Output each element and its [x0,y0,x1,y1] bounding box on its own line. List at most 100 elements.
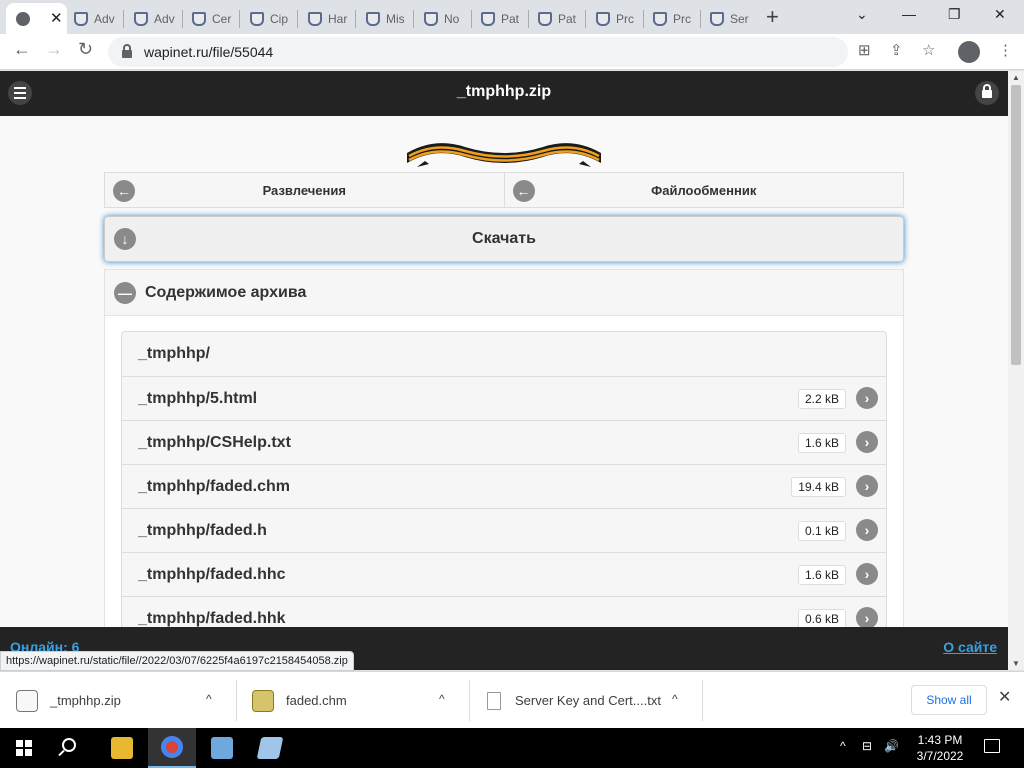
taskbar-app-1[interactable] [198,728,246,768]
volume-icon[interactable]: 🔊 [884,740,899,752]
translate-icon[interactable]: ⊞ [858,43,871,58]
share-icon[interactable]: ⇪ [890,43,903,58]
lock-icon[interactable] [122,44,132,58]
network-icon[interactable]: ⊟ [862,740,872,752]
zip-file-icon [16,689,38,712]
scrollbar-thumb[interactable] [1011,85,1021,365]
notification-icon[interactable] [984,739,1000,753]
shield-icon [538,12,552,26]
app-window-icon [211,737,233,759]
list-item[interactable]: _tmphhp/faded.h 0.1 kB › [122,508,886,552]
download-item-zip[interactable]: _tmphhp.zip [16,678,121,723]
shield-icon [134,12,148,26]
tab-5[interactable]: Har [308,4,350,34]
taskbar-chrome[interactable] [148,728,196,768]
tab-2[interactable]: Adv [134,4,176,34]
nav-link-entertainment[interactable]: ← Развлечения [104,172,505,208]
lock-icon [982,84,992,98]
download-button[interactable]: ↓ Скачать [104,216,904,262]
scroll-down-arrow-icon[interactable]: ▼ [1012,659,1020,668]
tab-divider [643,10,644,28]
back-button[interactable]: ← [13,40,31,58]
download-item-chm[interactable]: faded.chm [252,678,347,723]
chevron-up-icon[interactable]: ^ [439,692,445,706]
tray-chevron-icon[interactable]: ^ [840,740,846,752]
taskbar-app-2[interactable] [246,728,294,768]
shield-icon [710,12,724,26]
download-divider [236,680,237,721]
list-item[interactable]: _tmphhp/faded.chm 19.4 kB › [122,464,886,508]
tab-search-button[interactable]: ⌄ [856,6,868,23]
breadcrumb: ← Развлечения ← Файлообменник [104,172,904,208]
minimize-button[interactable]: — [902,6,916,22]
show-all-button[interactable]: Show all [911,685,987,715]
restore-button[interactable]: ❐ [948,6,961,23]
help-file-icon [252,689,274,712]
tab-1[interactable]: Adv [74,4,116,34]
nav-link-file-sharing[interactable]: ← Файлообменник [504,172,904,208]
tab-divider [123,10,124,28]
tab-12[interactable]: Ser [710,4,752,34]
list-item[interactable]: _tmphhp/5.html 2.2 kB › [122,376,886,420]
about-link[interactable]: О сайте [943,639,997,655]
taskbar-clock[interactable]: 1:43 PM 3/7/2022 [900,732,980,764]
search-icon[interactable] [62,738,76,752]
shield-icon [653,12,667,26]
chevron-right-icon[interactable]: › [856,563,878,585]
tab-label: No [444,12,460,26]
tab-11[interactable]: Prc [653,4,695,34]
new-tab-button[interactable]: + [766,6,779,28]
tab-divider [471,10,472,28]
chevron-right-icon[interactable]: › [856,387,878,409]
address-bar[interactable]: wapinet.ru/file/55044 [108,37,848,67]
tab-label: Prc [673,12,691,26]
download-item-txt[interactable]: Server Key and Cert....txt [487,678,661,723]
file-name: _tmphhp/faded.hhc [138,565,286,583]
reload-button[interactable]: ↻ [78,40,93,58]
tab-9[interactable]: Pat [538,4,580,34]
tab-label: Cer [212,12,232,26]
taskbar-file-explorer[interactable] [98,728,146,768]
archive-contents-toggle[interactable]: — Содержимое архива [105,270,903,316]
arrow-left-icon: ← [512,180,535,202]
arrow-down-icon: ↓ [114,228,136,250]
tab-4[interactable]: Cip [250,4,292,34]
profile-avatar[interactable] [958,41,980,63]
tab-10[interactable]: Prc [596,4,638,34]
chevron-up-icon[interactable]: ^ [206,692,212,706]
forward-button[interactable]: → [45,40,63,58]
file-size-badge: 19.4 kB [791,477,846,497]
tab-3[interactable]: Cer [192,4,234,34]
archive-heading: Содержимое архива [145,283,307,301]
chevron-right-icon[interactable]: › [856,519,878,541]
tab-6[interactable]: Mis [366,4,408,34]
chevron-right-icon[interactable]: › [856,431,878,453]
file-size-badge: 2.2 kB [797,389,846,409]
tab-label: Pat [558,12,577,26]
window-close-button[interactable]: ✕ [994,6,1006,23]
login-button[interactable] [975,81,999,105]
bookmark-star-icon[interactable]: ☆ [922,43,935,58]
download-divider [702,680,703,721]
chevron-right-icon[interactable]: › [856,475,878,497]
shield-icon [250,12,264,26]
tab-active[interactable]: ✕ [6,3,67,34]
address-url[interactable]: wapinet.ru/file/55044 [144,44,273,60]
close-downloads-icon[interactable]: ✕ [998,690,1011,706]
file-list: _tmphhp/ _tmphhp/5.html 2.2 kB › _tmphhp/C… [121,331,887,627]
page-scrollbar[interactable]: ▲ ▼ [1008,71,1024,670]
tab-8[interactable]: Pat [481,4,523,34]
tab-divider [413,10,414,28]
list-item[interactable]: _tmphhp/faded.hhk 0.6 kB › [122,596,886,627]
list-item[interactable]: _tmphhp/ [122,332,886,376]
list-item[interactable]: _tmphhp/faded.hhc 1.6 kB › [122,552,886,596]
chrome-menu-icon[interactable]: ⋮ [998,43,1013,58]
chevron-right-icon[interactable]: › [856,607,878,627]
clock-time: 1:43 PM [917,733,963,747]
chevron-up-icon[interactable]: ^ [672,692,678,706]
tab-7[interactable]: No [424,4,466,34]
scroll-up-arrow-icon[interactable]: ▲ [1012,73,1020,82]
list-item[interactable]: _tmphhp/CSHelp.txt 1.6 kB › [122,420,886,464]
tab-close-icon[interactable]: ✕ [50,11,63,26]
windows-start-icon[interactable] [16,740,32,756]
